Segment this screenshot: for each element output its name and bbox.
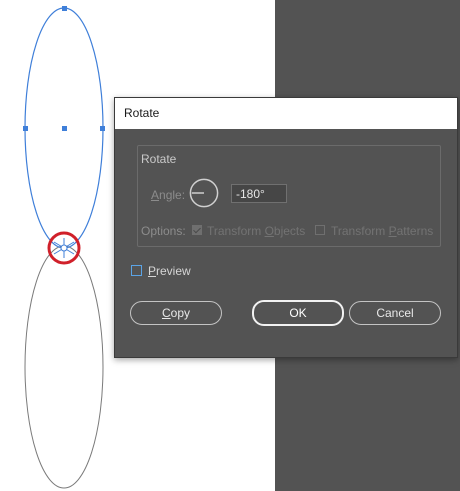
transform-patterns-label-pre: Transform xyxy=(331,224,389,238)
preview-label: Preview xyxy=(148,264,191,278)
anchor-point-top[interactable] xyxy=(62,6,67,11)
transform-patterns-checkbox[interactable] xyxy=(315,225,325,235)
transform-objects-label-accel: O xyxy=(264,224,274,238)
ok-button[interactable]: OK xyxy=(252,300,344,326)
transform-patterns-label: Transform Patterns xyxy=(331,224,433,238)
anchor-point-left[interactable] xyxy=(23,126,28,131)
angle-label-accel: A xyxy=(151,188,160,202)
angle-input[interactable] xyxy=(231,184,287,203)
rotate-dialog: Rotate Rotate Angle: Options: Transform … xyxy=(114,97,458,358)
anchor-point-right[interactable] xyxy=(100,126,105,131)
bottom-ellipse-shape[interactable] xyxy=(24,245,104,489)
transform-objects-checkbox[interactable] xyxy=(192,225,202,235)
transform-patterns-label-accel: P xyxy=(388,224,397,238)
cancel-button[interactable]: Cancel xyxy=(349,301,441,325)
transform-objects-label: Transform Objects xyxy=(207,224,305,238)
angle-dial-icon[interactable] xyxy=(189,178,219,208)
options-label: Options: xyxy=(141,224,186,238)
center-point xyxy=(62,126,67,131)
preview-label-rest: review xyxy=(156,264,191,278)
angle-label: Angle: xyxy=(151,188,185,202)
transform-objects-label-pre: Transform xyxy=(207,224,265,238)
preview-label-accel: P xyxy=(148,264,157,278)
copy-button-rest: opy xyxy=(170,306,191,320)
preview-checkbox[interactable] xyxy=(131,265,142,276)
angle-label-rest: ngle: xyxy=(159,188,186,202)
dialog-title: Rotate xyxy=(115,98,457,129)
group-label: Rotate xyxy=(141,152,177,166)
copy-button[interactable]: Copy xyxy=(130,301,222,325)
transform-objects-label-post: bjects xyxy=(273,224,306,238)
transform-patterns-label-post: atterns xyxy=(396,224,434,238)
copy-button-accel: C xyxy=(161,306,171,320)
